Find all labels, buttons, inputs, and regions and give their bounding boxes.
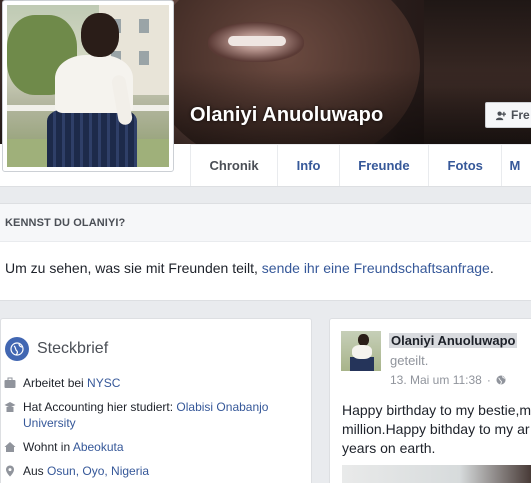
intro-card: Steckbrief Arbeitet bei NYSC Hat Account… <box>0 318 312 483</box>
intro-item-origin: Aus Osun, Oyo, Nigeria <box>4 463 311 479</box>
intro-header: Steckbrief <box>1 319 311 367</box>
friend-request-prefix: Um zu sehen, was sie mit Freunden teilt, <box>5 260 262 276</box>
intro-list: Arbeitet bei NYSC Hat Accounting hier st… <box>1 367 311 479</box>
post-meta: 13. Mai um 11:38 · <box>390 373 506 387</box>
avatar-window <box>139 51 149 65</box>
timeline-post: Olaniyi Anuoluwapo geteilt. 13. Mai um 1… <box>329 318 531 483</box>
post-image[interactable] <box>342 465 531 483</box>
intro-work-link[interactable]: NYSC <box>87 376 120 390</box>
profile-name[interactable]: Olaniyi Anuoluwapo <box>190 104 383 127</box>
profile-picture[interactable] <box>2 0 174 172</box>
post-author[interactable]: Olaniyi Anuoluwapo <box>389 333 518 348</box>
profile-picture-image <box>7 5 169 167</box>
profile-tabs: Chronik Info Freunde Fotos M <box>190 145 531 187</box>
add-friend-button[interactable]: Fre <box>485 102 531 128</box>
friend-request-suffix: . <box>489 260 494 276</box>
friend-request-heading: KENNST DU OLANIYI? <box>0 204 531 242</box>
globe-icon[interactable] <box>496 375 506 385</box>
send-friend-request-link[interactable]: sende ihr eine Freundschaftsanfrage <box>262 260 490 276</box>
intro-item-work: Arbeitet bei NYSC <box>4 375 311 391</box>
intro-item-home: Wohnt in Abeokuta <box>4 439 311 455</box>
avatar-window <box>139 19 149 33</box>
cover-teeth <box>228 36 286 46</box>
friend-request-box: KENNST DU OLANIYI? Um zu sehen, was sie … <box>0 203 531 301</box>
home-icon <box>4 442 16 452</box>
tab-fotos[interactable]: Fotos <box>428 145 501 186</box>
globe-icon <box>5 337 29 361</box>
add-friend-icon <box>495 111 506 120</box>
thumb-body <box>352 345 372 359</box>
tab-chronik[interactable]: Chronik <box>190 145 277 186</box>
intro-item-education: Hat Accounting hier studiert: Olabisi On… <box>4 399 311 431</box>
post-author-avatar[interactable] <box>341 331 381 371</box>
intro-item-prefix: Hat Accounting hier studiert: <box>23 400 177 414</box>
add-friend-label: Fre <box>511 108 530 122</box>
tab-freunde[interactable]: Freunde <box>338 145 428 186</box>
location-icon <box>6 465 14 477</box>
intro-item-prefix: Aus <box>23 464 48 478</box>
post-text: Happy birthday to my bestie,m million.Ha… <box>342 402 531 456</box>
thumb-skirt <box>350 357 374 371</box>
tab-more[interactable]: M <box>501 145 531 186</box>
post-date[interactable]: 13. Mai um 11:38 <box>390 373 482 387</box>
avatar-head <box>81 13 119 57</box>
intro-home-link[interactable]: Abeokuta <box>73 440 124 454</box>
friend-request-text: Um zu sehen, was sie mit Freunden teilt,… <box>0 242 531 276</box>
post-action: geteilt. <box>390 353 429 368</box>
post-separator: · <box>486 373 491 387</box>
intro-origin-link[interactable]: Osun, Oyo, Nigeria <box>47 464 149 478</box>
tab-info[interactable]: Info <box>277 145 339 186</box>
briefcase-icon <box>4 377 16 388</box>
intro-item-prefix: Arbeitet bei <box>23 376 88 390</box>
intro-item-prefix: Wohnt in <box>23 440 73 454</box>
intro-title: Steckbrief <box>37 340 109 357</box>
school-icon <box>4 402 16 412</box>
